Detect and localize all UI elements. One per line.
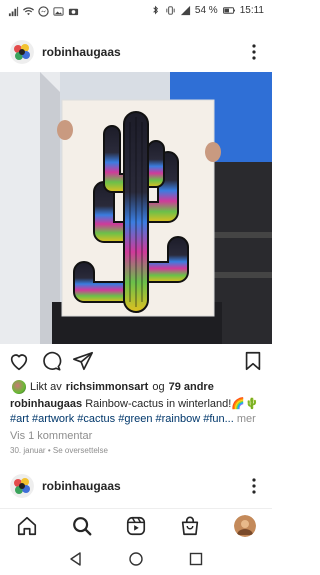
battery-percent: 54 % [194,5,218,16]
save-bookmark-icon[interactable] [242,350,264,372]
wifi-icon [23,7,34,16]
search-icon[interactable] [71,515,93,537]
bluetooth-icon [153,5,158,15]
caption-hashtags[interactable]: #art #artwork #cactus #green #rainbow #f… [10,413,234,425]
profile-avatar-image [234,515,256,537]
next-post-avatar[interactable] [10,474,34,498]
next-post-username[interactable]: robinhaugaas [42,479,121,493]
share-send-icon[interactable] [72,350,94,372]
post-date: 30. januar [10,446,46,455]
recent-apps-icon[interactable] [188,551,204,567]
post-header: robinhaugaas [0,34,272,70]
messenger-icon [38,6,49,17]
comment-icon[interactable] [40,350,62,372]
likes-others[interactable]: 79 andre [169,381,214,393]
translate-link[interactable]: Se oversettelse [53,446,108,455]
battery-icon [222,7,235,14]
system-navigation-bar [0,543,272,575]
liker-avatar [12,380,26,394]
reels-icon[interactable] [125,515,147,537]
likes-summary[interactable]: Likt av richsimmonsart og 79 andre [12,379,214,395]
post-actions [0,348,272,376]
next-more-options-icon[interactable] [246,474,262,498]
next-post-header: robinhaugaas [0,470,272,502]
signal-icon [8,6,19,17]
post-photo[interactable] [0,72,272,344]
caption-text: Rainbow-cactus in winterland!🌈🌵 [85,398,259,410]
post-username[interactable]: robinhaugaas [42,45,121,59]
back-icon[interactable] [68,551,84,567]
status-bar: 54 % 15:11 [0,0,272,24]
signal-full-icon [180,5,190,16]
status-icons-left [8,6,79,17]
camera-icon [68,8,79,16]
post-caption: robinhaugaas Rainbow-cactus in winterlan… [10,397,264,427]
likes-prefix: Likt av [30,381,62,393]
more-options-icon[interactable] [246,40,262,64]
clock: 15:11 [239,5,264,16]
gallery-icon [53,7,64,16]
post-meta: 30. januar • Se oversettelse [10,446,108,455]
home-icon[interactable] [16,515,38,537]
shop-icon[interactable] [179,515,201,537]
avatar[interactable] [10,40,34,64]
status-icons-right: 54 % 15:11 [150,5,264,16]
cactus-artwork-photo [0,72,272,344]
avatar-image [10,40,34,64]
profile-avatar-tab[interactable] [234,515,256,537]
caption-more-link[interactable]: mer [237,413,256,425]
vibrate-icon [166,6,175,15]
caption-username[interactable]: robinhaugaas [10,398,82,410]
liker-username[interactable]: richsimmonsart [66,381,149,393]
home-circle-icon[interactable] [128,551,144,567]
view-comments-link[interactable]: Vis 1 kommentar [10,430,92,442]
like-heart-icon[interactable] [8,350,30,372]
next-avatar-image [10,474,34,498]
bottom-navigation [0,508,272,543]
likes-joiner: og [152,381,165,393]
